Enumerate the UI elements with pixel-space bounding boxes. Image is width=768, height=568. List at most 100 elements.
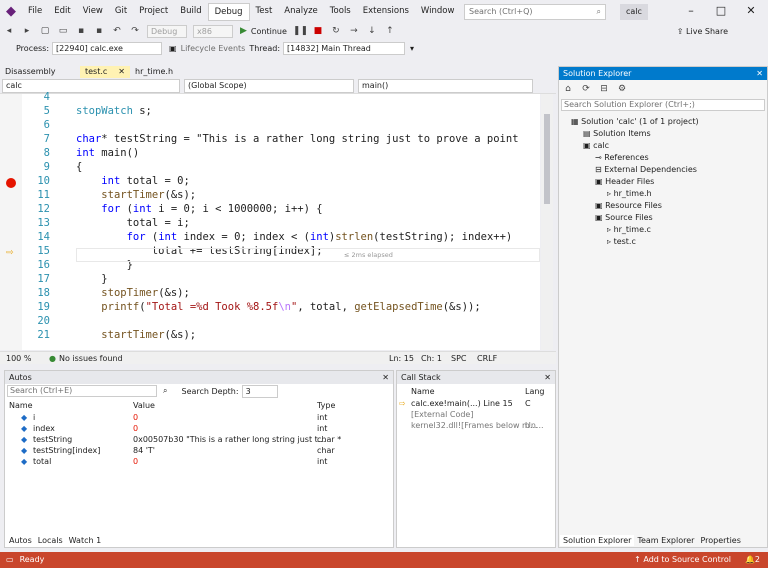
autos-cell[interactable]: 0 <box>133 423 138 434</box>
menu-debug[interactable]: Debug <box>207 2 250 21</box>
menu-tools[interactable]: Tools <box>324 0 357 22</box>
tab-test-c[interactable]: test.c ✕ <box>80 66 130 78</box>
live-share-button[interactable]: ⇪ Live Share <box>677 27 728 36</box>
autos-cell[interactable]: 0 <box>133 412 138 423</box>
collapse-icon[interactable]: ⊟ <box>597 82 611 96</box>
process-dropdown[interactable]: [22940] calc.exe <box>52 42 163 55</box>
menu-extensions[interactable]: Extensions <box>357 0 415 22</box>
depth-dropdown[interactable]: 3 <box>241 384 278 398</box>
tab-properties[interactable]: Properties <box>697 535 743 546</box>
step-over-icon[interactable]: → <box>347 24 361 38</box>
tree-item[interactable]: ▦ Solution 'calc' (1 of 1 project) <box>571 116 699 128</box>
minimize-button[interactable]: – <box>676 0 706 22</box>
maximize-button[interactable]: □ <box>706 0 736 22</box>
menu-test[interactable]: Test <box>250 0 279 22</box>
tree-item[interactable]: ⊸ References <box>595 152 649 164</box>
home-icon[interactable]: ⌂ <box>561 82 575 96</box>
autos-cell[interactable]: 0x00507b30 "This is a rather long string… <box>133 434 325 445</box>
close-icon[interactable]: ✕ <box>544 371 551 384</box>
menu-window[interactable]: Window <box>415 0 461 22</box>
spacing-indicator[interactable]: SPC <box>451 354 477 363</box>
close-button[interactable]: ✕ <box>736 0 766 22</box>
solution-search-input[interactable]: Search Solution Explorer (Ctrl+;) <box>561 99 765 111</box>
column-header[interactable]: Type <box>317 400 335 411</box>
tree-item[interactable]: ▣ calc <box>583 140 609 152</box>
tree-item[interactable]: ▹ hr_time.h <box>607 188 652 200</box>
platform-dropdown[interactable]: x86 <box>193 24 233 38</box>
source-control-button[interactable]: ↑ Add to Source Control <box>634 552 731 568</box>
tree-item[interactable]: ▣ Header Files <box>595 176 654 188</box>
close-icon[interactable]: ✕ <box>382 371 389 384</box>
save-all-icon[interactable]: ▪ <box>92 24 106 38</box>
menu-analyze[interactable]: Analyze <box>278 0 324 22</box>
column-header[interactable]: Value <box>133 400 155 411</box>
back-icon[interactable]: ◂ <box>2 24 16 38</box>
line-ending-indicator[interactable]: CRLF <box>477 354 497 363</box>
tab-locals[interactable]: Locals <box>35 535 66 546</box>
menu-git[interactable]: Git <box>109 0 133 22</box>
menu-view[interactable]: View <box>77 0 109 22</box>
tree-item[interactable]: ▹ test.c <box>607 236 636 248</box>
new-item-icon[interactable]: ▢ <box>38 24 52 38</box>
column-header[interactable]: Name <box>9 400 33 411</box>
forward-icon[interactable]: ▸ <box>20 24 34 38</box>
tree-item[interactable]: ▹ hr_time.c <box>607 224 651 236</box>
config-dropdown[interactable]: Debug <box>147 24 187 38</box>
redo-icon[interactable]: ↷ <box>128 24 142 38</box>
notifications-icon[interactable]: 🔔2 <box>745 552 760 568</box>
tab-disassembly[interactable]: Disassembly <box>0 66 80 78</box>
lifecycle-icon: ▣ <box>169 44 177 53</box>
call-stack-cell[interactable]: [External Code] <box>411 409 473 420</box>
tree-item[interactable]: ⊟ External Dependencies <box>595 164 697 176</box>
variable-icon: ◆ <box>21 446 28 455</box>
step-out-icon[interactable]: ↑ <box>383 24 397 38</box>
breakpoint-icon[interactable] <box>6 178 16 188</box>
scope-dropdown[interactable]: (Global Scope) <box>184 78 354 93</box>
menu-build[interactable]: Build <box>174 0 207 22</box>
filter-icon[interactable]: ▾ <box>410 44 414 53</box>
tab-team-explorer[interactable]: Team Explorer <box>634 535 697 546</box>
autos-cell[interactable]: 0 <box>133 456 138 467</box>
thread-dropdown[interactable]: [14832] Main Thread <box>283 42 406 55</box>
continue-icon[interactable]: ▶ <box>240 26 247 36</box>
zoom-level[interactable]: 100 % <box>6 354 46 363</box>
tab-watch-1[interactable]: Watch 1 <box>66 535 105 546</box>
sync-icon[interactable]: ⟳ <box>579 82 593 96</box>
tab-autos[interactable]: Autos <box>6 535 35 546</box>
save-icon[interactable]: ▪ <box>74 24 88 38</box>
continue-button[interactable]: Continue <box>251 27 287 36</box>
search-icon[interactable]: ⌕ <box>163 386 167 396</box>
call-stack-cell[interactable]: kernel32.dll![Frames below m... <box>411 420 537 431</box>
issues-status[interactable]: No issues found <box>59 354 389 363</box>
tab-hr-time-h[interactable]: hr_time.h <box>130 66 180 78</box>
autos-cell[interactable]: 84 'T' <box>133 445 155 456</box>
close-icon[interactable]: ✕ <box>756 67 763 80</box>
lifecycle-events-dropdown[interactable]: Lifecycle Events <box>181 44 246 53</box>
menu-edit[interactable]: Edit <box>48 0 76 22</box>
pause-icon[interactable]: ❚❚ <box>293 24 308 38</box>
tab-solution-explorer[interactable]: Solution Explorer <box>560 535 635 546</box>
column-header[interactable]: Lang <box>525 386 545 397</box>
restart-icon[interactable]: ↻ <box>329 24 343 38</box>
call-stack-cell[interactable]: C <box>525 398 531 409</box>
open-icon[interactable]: ▭ <box>56 24 70 38</box>
member-dropdown[interactable]: main() <box>358 78 533 93</box>
scroll-thumb[interactable] <box>544 114 550 204</box>
step-into-icon[interactable]: ↓ <box>365 24 379 38</box>
undo-icon[interactable]: ↶ <box>110 24 124 38</box>
column-header[interactable]: Name <box>411 386 435 397</box>
call-stack-cell[interactable]: calc.exe!main(...) Line 15 <box>411 398 513 409</box>
tree-item[interactable]: ▣ Resource Files <box>595 200 662 212</box>
menu-project[interactable]: Project <box>133 0 174 22</box>
settings-icon[interactable]: ⚙ <box>615 82 629 96</box>
menu-file[interactable]: File <box>22 0 48 22</box>
search-input[interactable]: Search (Ctrl+Q) ⌕ <box>464 4 606 20</box>
editor-gutter[interactable] <box>0 94 22 350</box>
tree-item[interactable]: ▤ Solution Items <box>583 128 651 140</box>
stop-icon[interactable]: ■ <box>311 24 325 38</box>
tree-item[interactable]: ▣ Source Files <box>595 212 653 224</box>
call-stack-cell[interactable]: Un... <box>525 420 544 431</box>
close-icon[interactable]: ✕ <box>118 66 125 78</box>
autos-search-input[interactable]: Search (Ctrl+E) <box>7 385 157 397</box>
editor-scrollbar[interactable] <box>541 94 553 350</box>
